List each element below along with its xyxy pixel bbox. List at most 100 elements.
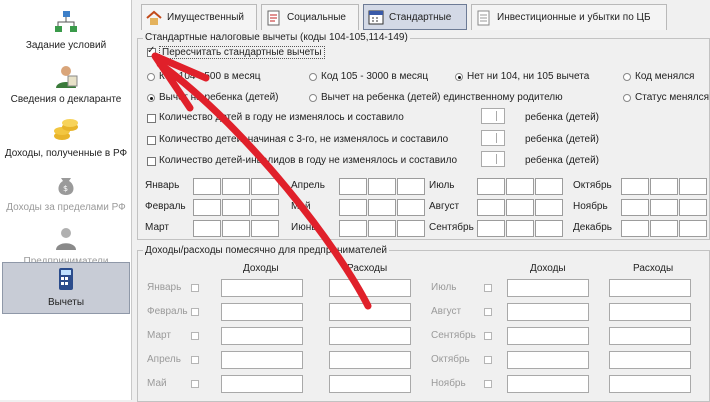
ent-income-input[interactable] <box>221 375 303 393</box>
ent-month-label: Февраль <box>147 306 188 317</box>
month-input[interactable] <box>679 199 707 216</box>
ent-expense-input[interactable] <box>329 327 411 345</box>
tab-investment[interactable]: Инвестиционные и убытки по ЦБ <box>471 4 667 30</box>
ent-month-checkbox[interactable] <box>191 356 199 364</box>
code-105-radio[interactable] <box>309 73 317 81</box>
sidebar-item-income-rf[interactable]: Доходы, полученные в РФ <box>2 114 130 168</box>
ent-income-input[interactable] <box>507 303 589 321</box>
single-parent-radio[interactable] <box>309 94 317 102</box>
month-input[interactable] <box>251 220 279 237</box>
ent-expense-input[interactable] <box>609 327 691 345</box>
month-input[interactable] <box>339 199 367 216</box>
month-input[interactable] <box>251 199 279 216</box>
ent-month-checkbox[interactable] <box>484 308 492 316</box>
ent-month-checkbox[interactable] <box>191 308 199 316</box>
month-input[interactable] <box>535 220 563 237</box>
children-count-spinner[interactable] <box>481 108 505 124</box>
month-input[interactable] <box>679 220 707 237</box>
month-label: Апрель <box>291 180 325 191</box>
code-104-radio[interactable] <box>147 73 155 81</box>
month-input[interactable] <box>650 199 678 216</box>
ent-income-input[interactable] <box>507 279 589 297</box>
month-input[interactable] <box>222 178 250 195</box>
month-input[interactable] <box>477 178 505 195</box>
sidebar-item-income-abroad[interactable]: $ Доходы за пределами РФ <box>2 168 130 222</box>
month-input[interactable] <box>679 178 707 195</box>
status-changed-radio[interactable] <box>623 94 631 102</box>
sidebar-item-declarant[interactable]: Сведения о декларанте <box>2 60 130 114</box>
month-input[interactable] <box>222 199 250 216</box>
child-deduction-radio[interactable] <box>147 94 155 102</box>
ent-expense-input[interactable] <box>609 351 691 369</box>
ent-income-input[interactable] <box>221 303 303 321</box>
ent-month-checkbox[interactable] <box>484 332 492 340</box>
month-input[interactable] <box>506 199 534 216</box>
month-input[interactable] <box>621 199 649 216</box>
ent-month-checkbox[interactable] <box>191 332 199 340</box>
month-input[interactable] <box>621 220 649 237</box>
month-input[interactable] <box>368 178 396 195</box>
month-input[interactable] <box>650 220 678 237</box>
month-input[interactable] <box>193 178 221 195</box>
ent-month-checkbox[interactable] <box>484 356 492 364</box>
month-input[interactable] <box>506 220 534 237</box>
ent-income-input[interactable] <box>507 351 589 369</box>
sidebar-item-deductions[interactable]: Вычеты <box>2 262 130 314</box>
ent-month-checkbox[interactable] <box>191 380 199 388</box>
ent-income-input[interactable] <box>507 375 589 393</box>
month-input[interactable] <box>193 220 221 237</box>
month-input[interactable] <box>397 220 425 237</box>
month-input[interactable] <box>477 199 505 216</box>
month-input[interactable] <box>477 220 505 237</box>
recalc-checkbox[interactable] <box>147 45 156 57</box>
children-disabled-spinner[interactable] <box>481 151 505 167</box>
ent-income-input[interactable] <box>507 327 589 345</box>
ent-expense-input[interactable] <box>329 279 411 297</box>
sidebar-item-label: Доходы, полученные в РФ <box>4 148 128 159</box>
month-input[interactable] <box>368 199 396 216</box>
ent-month-checkbox[interactable] <box>484 284 492 292</box>
no-code-radio[interactable] <box>455 73 463 81</box>
col-expense-right: Расходы <box>633 263 674 274</box>
children-disabled-checkbox[interactable] <box>147 157 156 166</box>
ent-month-checkbox[interactable] <box>484 380 492 388</box>
tab-social[interactable]: Социальные <box>261 4 359 30</box>
month-input[interactable] <box>535 199 563 216</box>
children-third-spinner[interactable] <box>481 130 505 146</box>
ent-expense-input[interactable] <box>329 303 411 321</box>
month-label: Декабрь <box>573 222 612 233</box>
coins-icon <box>54 119 78 140</box>
ent-expense-input[interactable] <box>609 303 691 321</box>
month-input[interactable] <box>535 178 563 195</box>
month-input[interactable] <box>397 178 425 195</box>
sidebar-item-conditions[interactable]: Задание условий <box>2 6 130 60</box>
month-input[interactable] <box>193 199 221 216</box>
month-label: Октябрь <box>573 180 612 191</box>
ent-income-input[interactable] <box>221 327 303 345</box>
ent-income-input[interactable] <box>221 279 303 297</box>
tab-standard[interactable]: Стандартные <box>363 4 467 30</box>
month-input[interactable] <box>621 178 649 195</box>
ent-expense-input[interactable] <box>609 375 691 393</box>
children-third-checkbox[interactable] <box>147 136 156 145</box>
code-changed-radio[interactable] <box>623 73 631 81</box>
children-count-checkbox[interactable] <box>147 114 156 123</box>
month-input[interactable] <box>222 220 250 237</box>
month-input[interactable] <box>339 178 367 195</box>
ent-month-checkbox[interactable] <box>191 284 199 292</box>
month-input[interactable] <box>650 178 678 195</box>
month-input[interactable] <box>368 220 396 237</box>
ent-expense-input[interactable] <box>609 279 691 297</box>
recalc-label: Пересчитать стандартные вычеты <box>159 46 325 59</box>
tab-property[interactable]: Имущественный <box>141 4 257 30</box>
children-unit-label: ребенка (детей) <box>525 112 599 123</box>
ent-income-input[interactable] <box>221 351 303 369</box>
month-input[interactable] <box>339 220 367 237</box>
month-input[interactable] <box>251 178 279 195</box>
calculator-icon <box>59 268 73 290</box>
month-input[interactable] <box>506 178 534 195</box>
month-input[interactable] <box>397 199 425 216</box>
col-income-left: Доходы <box>243 263 279 274</box>
ent-expense-input[interactable] <box>329 375 411 393</box>
ent-expense-input[interactable] <box>329 351 411 369</box>
